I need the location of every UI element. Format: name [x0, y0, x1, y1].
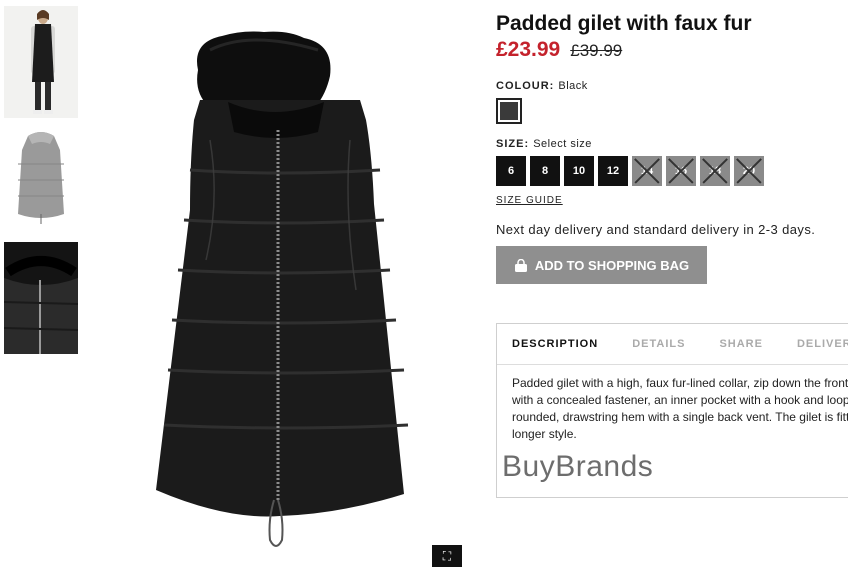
tab-details[interactable]: DETAILS: [632, 338, 685, 350]
price-row: £23.99 £39.99: [496, 38, 848, 64]
thumbnail-back[interactable]: [4, 124, 78, 236]
collar-detail-image: [4, 242, 78, 354]
colour-swatch-black[interactable]: [496, 98, 522, 124]
product-main-image: [156, 31, 409, 547]
description-line: longer style.: [512, 427, 577, 441]
delivery-info: Next day delivery and standard delivery …: [496, 222, 816, 237]
size-guide-link[interactable]: SIZE GUIDE: [496, 195, 563, 206]
expand-icon[interactable]: ⛶: [432, 545, 462, 567]
colour-label-row: COLOUR: Black: [496, 80, 848, 92]
thumbnail-collar-detail[interactable]: [4, 242, 78, 354]
size-option-6[interactable]: 6: [496, 156, 526, 186]
size-value: Select size: [533, 138, 592, 150]
description-line: with a concealed fastener, an inner pock…: [512, 393, 848, 407]
thumbnail-list: [4, 6, 78, 360]
size-option-16: 16: [666, 156, 696, 186]
colour-label: COLOUR:: [496, 80, 555, 92]
product-info: Padded gilet with faux fur £23.99 £39.99…: [496, 0, 848, 284]
sale-price: £23.99: [496, 38, 561, 61]
tab-delivery[interactable]: DELIVERY: [797, 338, 848, 350]
tab-share[interactable]: SHARE: [719, 338, 763, 350]
description-line: Padded gilet with a high, faux fur-lined…: [512, 376, 848, 390]
add-to-bag-button[interactable]: ADD TO SHOPPING BAG: [496, 246, 707, 284]
product-title: Padded gilet with faux fur: [496, 12, 752, 35]
size-option-14: 14: [632, 156, 662, 186]
description-line: rounded, drawstring hem with a single ba…: [512, 410, 848, 424]
watermark: BuyBrands: [502, 450, 654, 483]
size-option-18: 18: [700, 156, 730, 186]
size-option-20: 20: [734, 156, 764, 186]
product-tabs-panel: DESCRIPTION DETAILS SHARE DELIVERY Padded g…: [496, 323, 848, 498]
tab-description[interactable]: DESCRIPTION: [512, 338, 598, 350]
add-to-bag-label: ADD TO SHOPPING BAG: [534, 257, 690, 273]
gilet-back-image: [4, 124, 78, 236]
size-option-10[interactable]: 10: [564, 156, 594, 186]
size-option-12[interactable]: 12: [598, 156, 628, 186]
swatch-fill: [500, 102, 518, 120]
size-options: 6 8 10 12 14 16 18 20: [496, 156, 848, 186]
original-price: £39.99: [570, 41, 623, 60]
tab-bar: DESCRIPTION DETAILS SHARE DELIVERY: [497, 324, 848, 365]
model-image: [4, 6, 78, 118]
size-label-row: SIZE: Select size: [496, 138, 848, 150]
colour-value: Black: [558, 80, 588, 92]
description-text: Padded gilet with a high, faux fur-lined…: [497, 365, 848, 443]
size-label: SIZE:: [496, 138, 530, 150]
size-option-8[interactable]: 8: [530, 156, 560, 186]
shopping-bag-icon: [514, 258, 527, 272]
thumbnail-model[interactable]: [4, 6, 78, 118]
